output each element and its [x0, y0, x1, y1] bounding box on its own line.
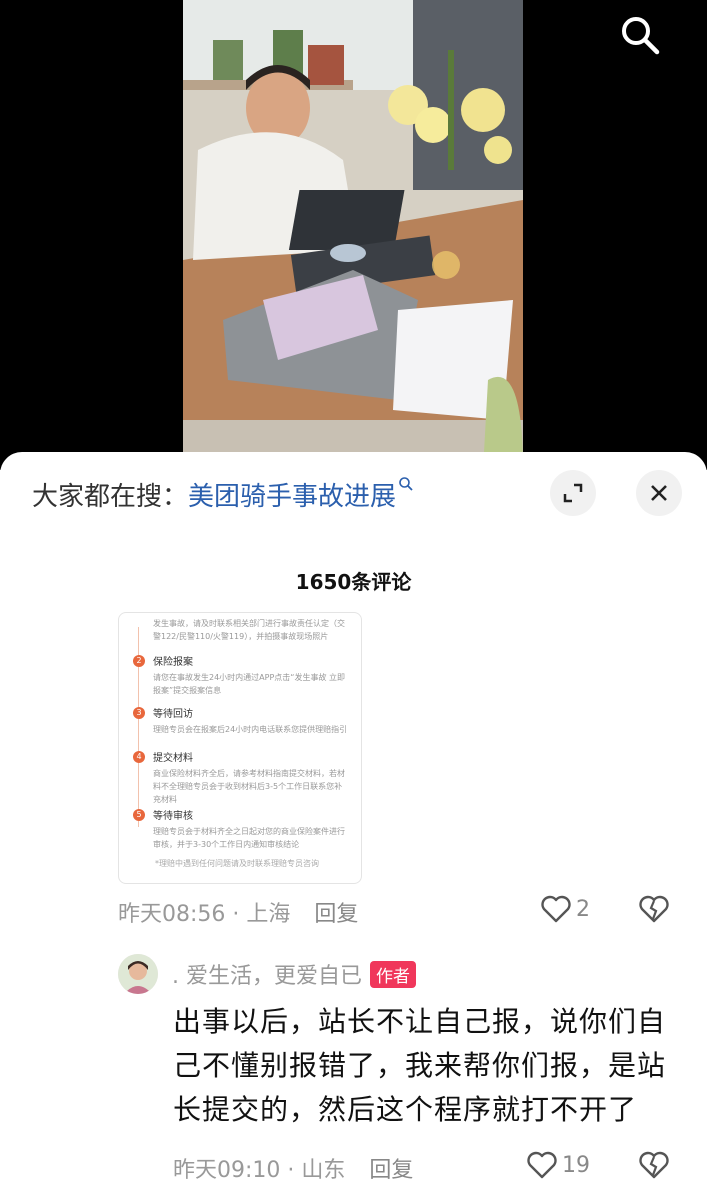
step-dot: 3: [133, 707, 145, 719]
search-button[interactable]: [619, 14, 661, 56]
comment-time-location: 昨天08:56 · 上海: [118, 902, 291, 927]
close-icon: [651, 485, 667, 501]
step-1: 发生事故，请及时联系相关部门进行事故责任认定（交警122/民警110/火警119…: [153, 619, 345, 641]
hot-search-keyword[interactable]: 美团骑手事故进展: [188, 476, 396, 513]
heart-icon: [541, 895, 571, 923]
comment-meta: 昨天09:10 · 山东 回复: [173, 1152, 413, 1184]
search-icon: [398, 476, 414, 497]
search-icon: [622, 17, 660, 55]
username[interactable]: . 爱生活，更爱自已: [172, 958, 362, 990]
step-4: 4 提交材料 商业保险材料齐全后，请参考材料指南提交材料，若材料不全理赔专员会于…: [133, 749, 349, 806]
video-player[interactable]: [0, 0, 707, 470]
comment-image[interactable]: 发生事故，请及时联系相关部门进行事故责任认定（交警122/民警110/火警119…: [118, 612, 362, 884]
author-badge: 作者: [370, 960, 416, 988]
hot-search-bar[interactable]: 大家都在搜： 美团骑手事故进展: [32, 474, 414, 514]
image-footnote: *理赔中遇到任何问题请及时联系理赔专员咨询: [155, 859, 319, 868]
step-dot: 2: [133, 655, 145, 667]
step-5: 5 等待审核 理赔专员会于材料齐全之日起对您的商业保险案件进行审核，并于3-30…: [133, 807, 349, 851]
heart-icon: [527, 1151, 557, 1179]
reply-button[interactable]: 回复: [369, 1152, 413, 1184]
comment-user-row: . 爱生活，更爱自已 作者: [172, 958, 416, 990]
hot-search-prefix: 大家都在搜：: [32, 481, 189, 512]
broken-heart-icon: [639, 895, 669, 923]
video-still: [183, 0, 523, 470]
like-count: 19: [562, 1152, 590, 1178]
step-2: 2 保险报案 请您在事故发生24小时内通过APP点击“发生事故 立即报案”提交报…: [133, 653, 349, 697]
close-button[interactable]: [636, 470, 682, 516]
dislike-button[interactable]: [638, 894, 670, 924]
video-frame[interactable]: [183, 0, 523, 470]
broken-heart-icon: [639, 1151, 669, 1179]
like-button[interactable]: 2: [540, 894, 590, 924]
step-dot: 4: [133, 751, 145, 763]
reply-button[interactable]: 回复: [314, 896, 358, 928]
step-3: 3 等待回访 理赔专员会在报案后24小时内电话联系您提供理赔指引: [133, 705, 349, 736]
comment-time-location: 昨天09:10 · 山东: [173, 1158, 346, 1183]
comment-meta: 昨天08:56 · 上海 回复: [118, 896, 358, 928]
like-button[interactable]: 19: [526, 1150, 590, 1180]
comment-text: 出事以后，站长不让自己报，说你们自己不懂别报错了，我来帮你们报，是站长提交的，然…: [173, 1005, 667, 1126]
like-count: 2: [576, 896, 590, 922]
dislike-button[interactable]: [638, 1150, 670, 1180]
avatar[interactable]: [118, 954, 158, 994]
comment-count-title: 1650条评论: [295, 570, 412, 594]
expand-icon: [563, 483, 583, 503]
step-dot: 5: [133, 809, 145, 821]
expand-button[interactable]: [550, 470, 596, 516]
